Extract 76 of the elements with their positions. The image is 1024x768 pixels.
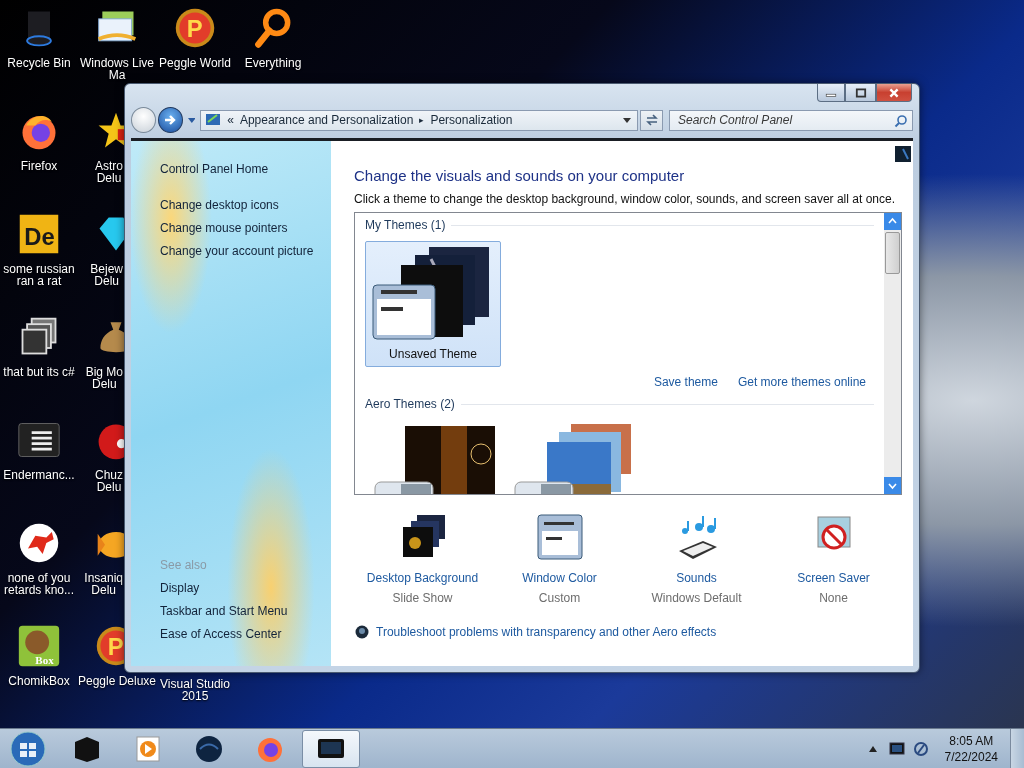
setting-value: Slide Show bbox=[392, 591, 453, 605]
search-icon[interactable] bbox=[894, 113, 908, 128]
sidebar-link[interactable]: Control Panel Home bbox=[160, 158, 269, 181]
see-also-link[interactable]: Display bbox=[160, 577, 200, 600]
theme-group-heading: My Themes (1) bbox=[365, 218, 446, 232]
breadcrumb-separator[interactable]: ▸ bbox=[419, 115, 425, 125]
desktop-icon-label[interactable]: Bejew Delu bbox=[90, 263, 123, 287]
theme-name: Unsaved Theme bbox=[389, 347, 477, 361]
setting-value: Custom bbox=[538, 591, 581, 605]
desktop-icon-label[interactable]: Big Mo Delu bbox=[85, 366, 123, 390]
scroll-thumb[interactable] bbox=[885, 232, 900, 274]
desktop-icon-label[interactable]: Peggle World bbox=[159, 57, 231, 69]
desktop-icon-label[interactable]: Chuz Delu bbox=[95, 469, 123, 493]
refresh-icon bbox=[643, 112, 660, 128]
setting-link[interactable]: Desktop Background bbox=[366, 571, 479, 585]
show-hidden-icons-caret-icon[interactable] bbox=[868, 746, 877, 752]
theme-tile[interactable]: Unsaved Theme bbox=[365, 241, 501, 367]
desktop-icon-label[interactable]: ChomikBox bbox=[8, 675, 70, 687]
desktop-icon-label[interactable]: Endermanc... bbox=[3, 469, 75, 481]
see-also-heading: See also bbox=[160, 557, 207, 574]
setting-link[interactable]: Window Color bbox=[522, 571, 597, 585]
refresh-button[interactable] bbox=[640, 109, 663, 131]
clock[interactable]: 8:05 AM 7/22/2024 bbox=[944, 733, 998, 765]
setting-value: Windows Default bbox=[651, 591, 742, 605]
close-icon bbox=[888, 87, 900, 98]
desktop-icon-label[interactable]: Recycle Bin bbox=[7, 57, 71, 69]
see-also-link[interactable]: Ease of Access Center bbox=[160, 623, 282, 646]
desktop-icon-label[interactable]: Visual Studio 2015 bbox=[160, 678, 230, 702]
breadcrumb[interactable]: Personalization bbox=[430, 113, 513, 127]
globe-icon bbox=[355, 625, 369, 639]
close-button[interactable] bbox=[876, 84, 912, 102]
desktop-icon-label[interactable]: Insaniq Delu bbox=[84, 572, 123, 596]
control-panel-icon bbox=[205, 112, 222, 128]
box-icon bbox=[72, 734, 102, 764]
troubleshoot-link[interactable]: Troubleshoot problems with transparency and other Aero effects bbox=[376, 625, 717, 639]
theme-link[interactable]: Save theme bbox=[653, 375, 718, 389]
desktop-icon-label[interactable]: Firefox bbox=[20, 160, 58, 172]
dropdown-caret-icon[interactable] bbox=[623, 117, 632, 123]
desktop-icon-label[interactable]: Peggle Deluxe bbox=[77, 675, 157, 687]
breadcrumb[interactable]: Appearance and Personalization bbox=[239, 113, 414, 127]
scroll-down-button[interactable] bbox=[884, 477, 901, 494]
desktop-icon-label[interactable]: Astro Delu bbox=[95, 160, 123, 184]
setting-link[interactable]: Screen Saver bbox=[797, 571, 870, 585]
app-logo-icon[interactable]: De bbox=[17, 212, 61, 256]
theme-group-heading: Aero Themes (2) bbox=[365, 397, 455, 411]
monitor-icon[interactable] bbox=[888, 741, 905, 757]
scrollbar[interactable] bbox=[884, 213, 901, 494]
desktop-icon-label[interactable]: none of you retards kno... bbox=[4, 572, 74, 596]
page-description: Click a theme to change the desktop background, window color, sounds, and screen saver all at once. bbox=[354, 192, 896, 206]
sidebar-link[interactable]: Change your account picture bbox=[160, 240, 314, 263]
globe-icon bbox=[194, 734, 224, 764]
page-heading: Change the visuals and sounds on your computer bbox=[354, 167, 686, 184]
desktop-icon-label[interactable]: that but its c# bbox=[3, 366, 75, 378]
desktop-icon-label[interactable]: some russian ran a rat bbox=[3, 263, 75, 287]
recent-pages-caret-icon[interactable] bbox=[187, 117, 196, 123]
window-frame-icon[interactable] bbox=[535, 513, 584, 561]
setting-value: None bbox=[819, 591, 848, 605]
sidebar-link[interactable]: Change mouse pointers bbox=[160, 217, 288, 240]
setting-link[interactable]: Sounds bbox=[676, 571, 717, 585]
desktop-icon-label[interactable]: Windows Live Ma bbox=[80, 57, 154, 81]
address-bar[interactable]: « Appearance and Personalization ▸ Personalization bbox=[200, 109, 639, 131]
forward-button[interactable] bbox=[157, 107, 183, 133]
dinosaur-icon[interactable] bbox=[17, 521, 61, 565]
theme-link[interactable]: Get more themes online bbox=[737, 375, 866, 389]
taskbar-button[interactable] bbox=[302, 730, 360, 768]
maximize-button[interactable] bbox=[845, 84, 876, 102]
media-player-icon bbox=[133, 734, 163, 764]
see-also-link[interactable]: Taskbar and Start Menu bbox=[160, 600, 288, 623]
overflow-chevron[interactable]: « bbox=[227, 113, 234, 127]
search-field[interactable]: Search Control Panel bbox=[669, 109, 913, 131]
minimize-button[interactable] bbox=[817, 84, 845, 102]
maximize-icon bbox=[854, 87, 867, 98]
scroll-up-button[interactable] bbox=[884, 213, 901, 230]
sidebar-link[interactable]: Change desktop icons bbox=[160, 194, 279, 217]
help-icon[interactable] bbox=[895, 146, 911, 162]
desktop-icon-label[interactable]: Everything bbox=[244, 57, 302, 69]
